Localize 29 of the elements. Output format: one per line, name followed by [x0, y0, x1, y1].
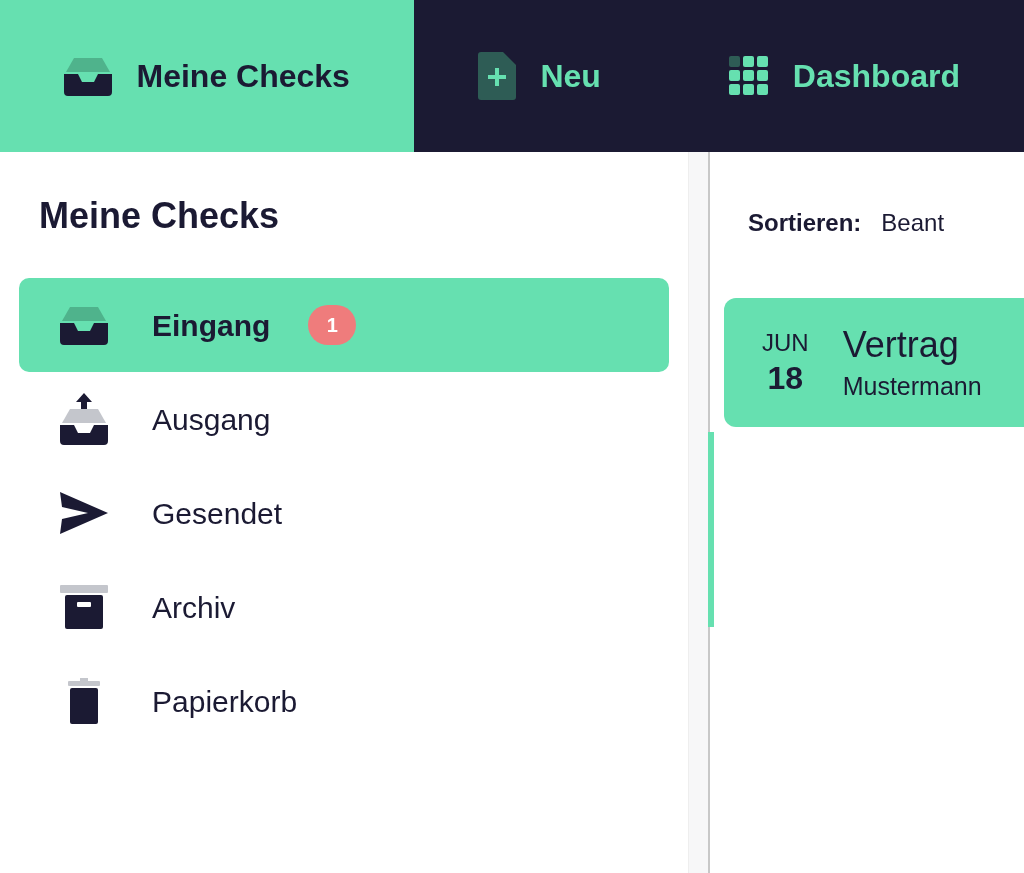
check-card[interactable]: JUN 18 Vertrag Mustermann — [724, 298, 1024, 427]
date-month: JUN — [762, 327, 809, 358]
item-label: Archiv — [152, 589, 236, 626]
inbox-icon — [64, 56, 113, 96]
sidebar-title: Meine Checks — [39, 198, 281, 234]
send-icon — [60, 492, 108, 534]
sidebar-item[interactable]: Ausgang — [19, 372, 669, 466]
date-day: 18 — [767, 357, 804, 398]
inbox-icon — [60, 305, 108, 345]
nav-tab[interactable]: Dashboard — [664, 0, 1024, 152]
new-document-icon — [478, 52, 517, 100]
item-label: Papierkorb — [152, 683, 298, 720]
check-sender: Mustermann — [842, 371, 982, 403]
sort-value[interactable]: Beant — [881, 205, 945, 241]
item-label: Eingang — [152, 307, 271, 344]
unread-count-badge: 1 — [308, 305, 357, 345]
sidebar-item[interactable]: Archiv — [19, 560, 669, 654]
nav-tab[interactable]: Neu — [414, 0, 665, 152]
outbox-icon — [60, 393, 108, 445]
check-title: Vertrag — [842, 323, 960, 368]
sidebar-item[interactable]: Eingang 1 — [19, 278, 669, 372]
item-label: Ausgang — [152, 401, 271, 438]
item-label: Gesendet — [152, 495, 283, 532]
sidebar-item[interactable]: Gesendet — [19, 466, 669, 560]
nav-tab[interactable]: Meine Checks — [0, 0, 415, 152]
sidebar-item[interactable]: Papierkorb — [19, 654, 669, 748]
grid-icon — [728, 56, 769, 96]
archive-icon — [60, 585, 108, 629]
sort-label: Sortieren: — [748, 208, 862, 238]
